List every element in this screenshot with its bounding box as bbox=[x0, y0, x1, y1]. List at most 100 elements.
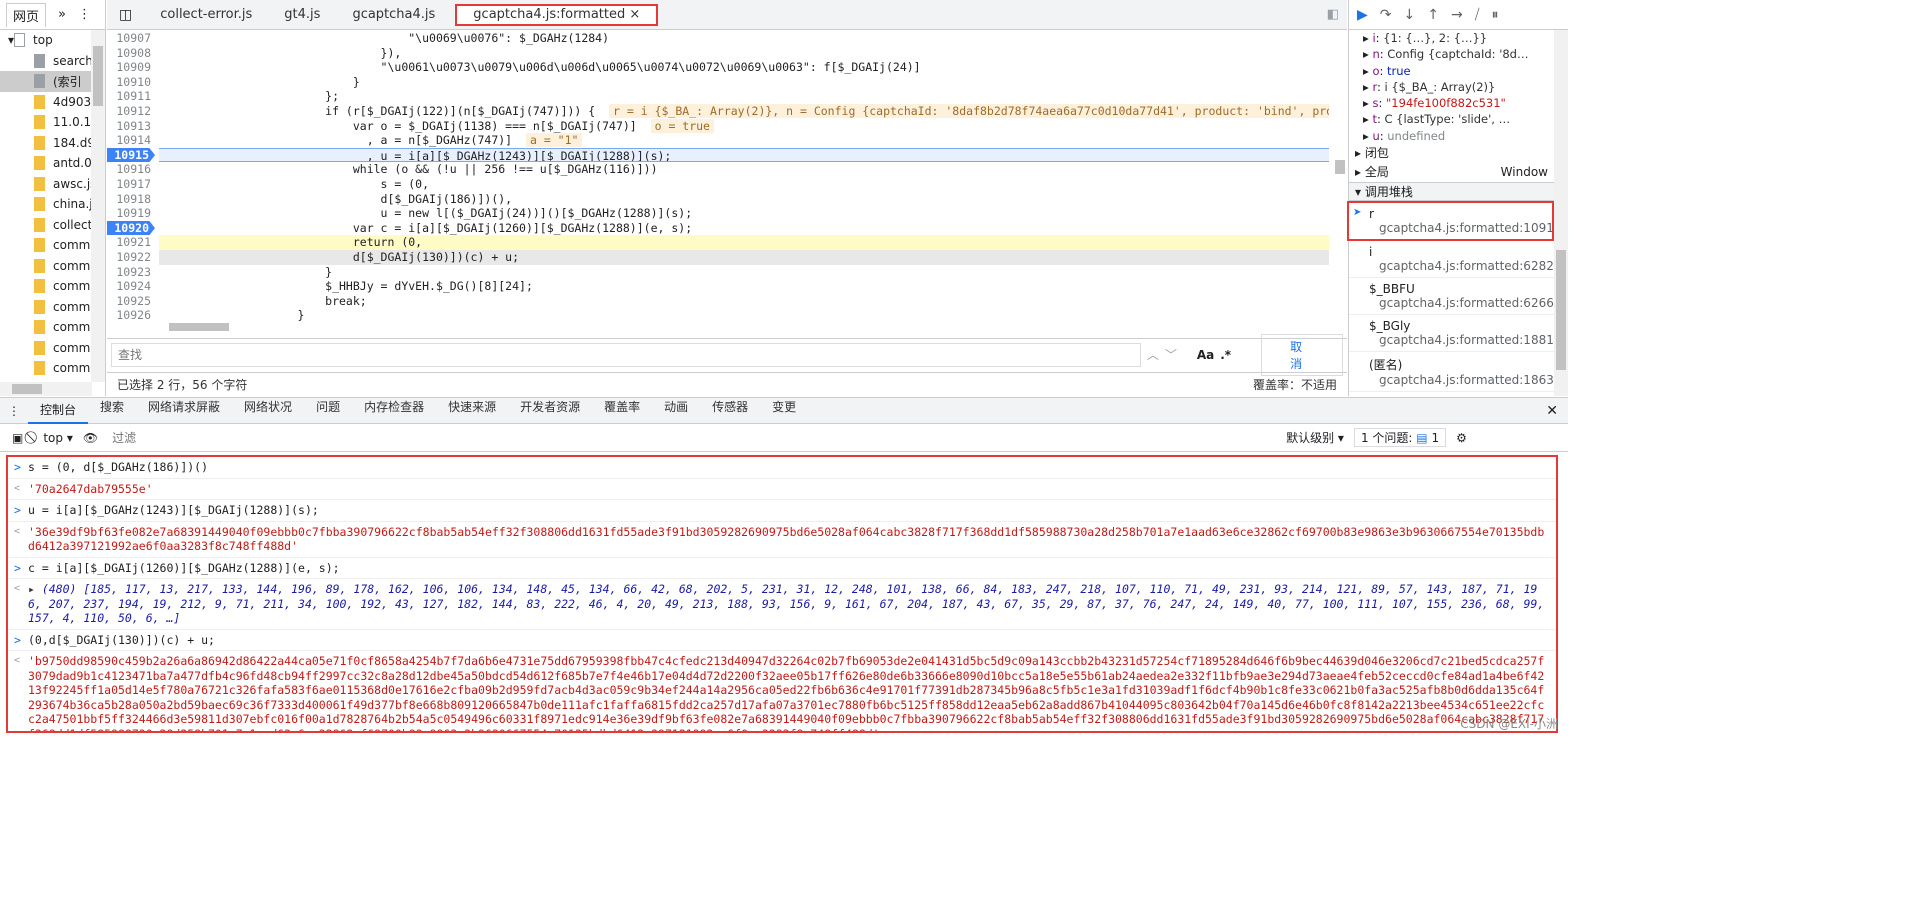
line-number[interactable]: 10925 bbox=[107, 294, 157, 309]
debugger-scrollbar[interactable] bbox=[1554, 30, 1568, 396]
resume-icon[interactable]: ▶︎ bbox=[1357, 7, 1368, 23]
scope-variable[interactable]: ▸ r: i {$_BA_: Array(2)} bbox=[1349, 79, 1568, 95]
code-lines[interactable]: 10907 "\u0069\u0076": $_DGAHz(1284) 10908… bbox=[107, 30, 1333, 321]
drawer-tab[interactable]: 问题 bbox=[304, 398, 352, 424]
callstack-frame[interactable]: ➤ r gcaptcha4.js:formatted:10915 bbox=[1347, 201, 1561, 242]
drawer-tab[interactable]: 网络状况 bbox=[232, 398, 304, 424]
drawer-tab[interactable]: 动画 bbox=[652, 398, 700, 424]
drawer-tab[interactable]: 控制台 bbox=[28, 398, 89, 424]
line-number[interactable]: 10913 bbox=[107, 119, 157, 134]
callstack-frame[interactable]: $_BBFU gcaptcha4.js:formatted:6266 bbox=[1349, 278, 1568, 316]
tab-gcaptcha4-formatted[interactable]: gcaptcha4.js:formatted × bbox=[455, 3, 659, 26]
cancel-button[interactable]: 取消 bbox=[1261, 333, 1343, 376]
tree-item[interactable]: collect bbox=[0, 215, 105, 236]
drawer-tab[interactable]: 传感器 bbox=[700, 398, 760, 424]
line-number[interactable]: 10911 bbox=[107, 89, 157, 104]
find-next-icon[interactable]: ﹀ bbox=[1165, 346, 1177, 363]
tree-vertical-scrollbar[interactable] bbox=[91, 30, 105, 382]
tab-gcaptcha4[interactable]: gcaptcha4.js bbox=[336, 0, 451, 30]
toggle-navigator-icon[interactable]: ◫ bbox=[107, 7, 144, 23]
tree-item[interactable]: comm bbox=[0, 317, 105, 338]
line-number[interactable]: 10912 bbox=[107, 104, 157, 119]
context-selector[interactable]: top ▾ bbox=[43, 431, 73, 445]
console-filter-input[interactable] bbox=[108, 427, 1277, 448]
line-number[interactable]: 10922 bbox=[107, 250, 157, 265]
drawer-tab[interactable]: 网络请求屏蔽 bbox=[136, 398, 232, 424]
callstack-frame[interactable]: (匿名) gcaptcha4.js:formatted:18635 bbox=[1349, 352, 1568, 393]
closure-section[interactable]: ▸ 闭包 bbox=[1349, 144, 1568, 163]
console-result[interactable]: ▸ (480) [185, 117, 13, 217, 133, 144, 19… bbox=[8, 579, 1556, 630]
issues-button[interactable]: 1 个问题: ▤ 1 bbox=[1353, 428, 1447, 447]
tree-item[interactable]: comm bbox=[0, 276, 105, 297]
line-number[interactable]: 10910 bbox=[107, 75, 157, 90]
callstack-header[interactable]: ▾ 调用堆栈 bbox=[1349, 182, 1568, 202]
tree-horizontal-scrollbar[interactable] bbox=[0, 382, 92, 396]
line-number[interactable]: 10909 bbox=[107, 60, 157, 75]
close-drawer-icon[interactable]: ✕ bbox=[1546, 403, 1568, 419]
step-icon[interactable]: → bbox=[1451, 7, 1463, 23]
line-number[interactable]: 10918 bbox=[107, 192, 157, 207]
tree-item[interactable]: comm bbox=[0, 338, 105, 359]
drawer-tab[interactable]: 覆盖率 bbox=[592, 398, 652, 424]
deactivate-breakpoints-icon[interactable]: ⧸ bbox=[1475, 7, 1480, 23]
tab-page[interactable]: 网页 bbox=[6, 2, 47, 27]
log-level-select[interactable]: 默认级别 ▾ bbox=[1286, 429, 1344, 446]
settings-icon[interactable]: ⚙ bbox=[1456, 431, 1475, 445]
drawer-menu-icon[interactable]: ⋮ bbox=[0, 404, 28, 418]
tree-item[interactable]: 11.0.1_ bbox=[0, 112, 105, 133]
scope-variable[interactable]: ▸ t: C {lastType: 'slide', … bbox=[1349, 111, 1568, 127]
code-vertical-scrollbar[interactable] bbox=[1333, 30, 1347, 321]
tree-item[interactable]: 4d903 bbox=[0, 92, 105, 113]
code-horizontal-scrollbar[interactable] bbox=[159, 321, 1333, 333]
global-section[interactable]: ▸ 全局 Window bbox=[1349, 163, 1568, 182]
line-number[interactable]: 10907 bbox=[107, 31, 157, 46]
tab-gt4[interactable]: gt4.js bbox=[268, 0, 336, 30]
tree-item[interactable]: awsc.js bbox=[0, 174, 105, 195]
breakpoint-line-number[interactable]: 10920 bbox=[107, 220, 155, 236]
line-number[interactable]: 10917 bbox=[107, 177, 157, 192]
tree-item[interactable]: ▾ top bbox=[0, 30, 105, 51]
sidebar-toggle-icon[interactable]: ▣ bbox=[12, 431, 23, 445]
line-number[interactable]: 10914 bbox=[107, 133, 157, 148]
eye-icon[interactable]: 👁 bbox=[83, 431, 98, 445]
line-number[interactable]: 10908 bbox=[107, 46, 157, 61]
scope-variable[interactable]: ▸ i: {1: {…}, 2: {…}} bbox=[1349, 30, 1568, 46]
find-prev-icon[interactable]: ︿ bbox=[1147, 346, 1159, 363]
step-out-icon[interactable]: ↑ bbox=[1427, 7, 1439, 23]
tree-item[interactable]: comm bbox=[0, 256, 105, 277]
breakpoint-line-number[interactable]: 10915 bbox=[107, 147, 155, 163]
expand-arrow-icon[interactable]: ▸ bbox=[28, 582, 42, 596]
tree-item[interactable]: 184.d9 bbox=[0, 133, 105, 154]
line-number[interactable]: 10924 bbox=[107, 279, 157, 294]
drawer-tab[interactable]: 变更 bbox=[760, 398, 808, 424]
tab-collect-error[interactable]: collect-error.js bbox=[144, 0, 268, 30]
close-icon[interactable]: × bbox=[629, 7, 640, 22]
drawer-tab[interactable]: 开发者资源 bbox=[508, 398, 592, 424]
tree-item[interactable]: comm bbox=[0, 235, 105, 256]
line-number[interactable]: 10926 bbox=[107, 308, 157, 321]
more-tabs-icon[interactable]: » bbox=[58, 7, 66, 22]
line-number[interactable]: 10916 bbox=[107, 162, 157, 177]
scope-variable[interactable]: ▸ u: undefined bbox=[1349, 128, 1568, 144]
tree-item[interactable]: antd.0 bbox=[0, 153, 105, 174]
regex-button[interactable]: .* bbox=[1220, 348, 1231, 362]
match-case-button[interactable]: Aa bbox=[1197, 348, 1214, 362]
tree-item[interactable]: search bbox=[0, 51, 105, 72]
scope-variable[interactable]: ▸ s: "194fe100f882c531" bbox=[1349, 95, 1568, 111]
drawer-tab[interactable]: 搜索 bbox=[88, 398, 136, 424]
tree-item[interactable]: comm bbox=[0, 297, 105, 318]
step-into-icon[interactable]: ↓ bbox=[1404, 7, 1416, 23]
callstack-frame[interactable]: $_BGly gcaptcha4.js:formatted:18819 bbox=[1349, 315, 1568, 353]
tree-item[interactable]: comm bbox=[0, 358, 105, 379]
callstack-frame[interactable]: i gcaptcha4.js:formatted:6282 bbox=[1349, 241, 1568, 279]
tree-item[interactable]: (索引 bbox=[0, 71, 105, 92]
scope-variable[interactable]: ▸ o: true bbox=[1349, 63, 1568, 79]
scope-variable[interactable]: ▸ n: Config {captchaId: '8d… bbox=[1349, 46, 1568, 62]
line-number[interactable]: 10921 bbox=[107, 235, 157, 250]
step-over-icon[interactable]: ↷ bbox=[1380, 7, 1392, 23]
pause-on-exceptions-icon[interactable]: ⏸ bbox=[1491, 7, 1498, 23]
drawer-tab[interactable]: 内存检查器 bbox=[352, 398, 436, 424]
line-number[interactable]: 10919 bbox=[107, 206, 157, 221]
drawer-tab[interactable]: 快速来源 bbox=[436, 398, 508, 424]
tree-item[interactable]: china.j bbox=[0, 194, 105, 215]
